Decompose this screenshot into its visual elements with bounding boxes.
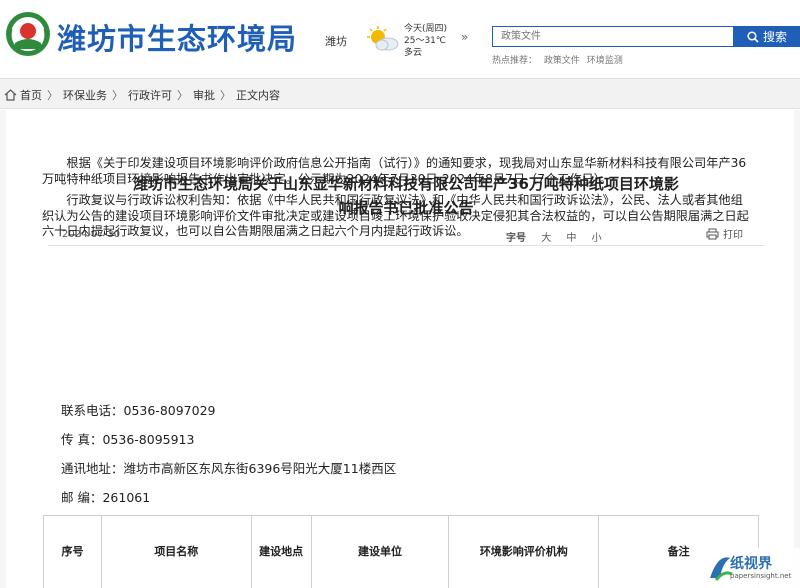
hot-label: 热点推荐：: [492, 56, 538, 66]
site-title[interactable]: 潍坊市生态环境局: [57, 16, 297, 58]
hot-item[interactable]: 政策文件: [544, 56, 580, 66]
weather-condition: 多云: [404, 48, 423, 58]
breadcrumb-bar: 首页 〉 环保业务 〉 行政许可 〉 审批 〉 正文内容: [0, 78, 800, 109]
breadcrumb-separator: 〉: [112, 89, 123, 102]
watermark-text: 纸视界: [730, 556, 772, 572]
table-header-cell: 建设地点: [250, 515, 312, 588]
site-header: 潍坊市生态环境局 潍坊 今天(周四) 25～31℃ 多云 » 搜索 热点推荐： …: [0, 0, 800, 78]
breadcrumb-separator: 〉: [220, 89, 231, 102]
contact-phone: 联系电话：0536-8097029: [61, 403, 216, 418]
partly-cloudy-icon: [367, 26, 399, 51]
weather-temp: 25～31℃: [404, 36, 447, 46]
table-header-row: 序号 项目名称 建设地点 建设单位 环境影响评价机构 备注: [43, 515, 759, 588]
project-table: 序号 项目名称 建设地点 建设单位 环境影响评价机构 备注: [43, 515, 759, 588]
breadcrumb-current: 正文内容: [236, 89, 280, 102]
search-icon: [747, 30, 759, 43]
watermark-sub: papersinsight.net: [730, 572, 792, 580]
weather-info: 今天(周四) 25～31℃ 多云: [404, 23, 447, 59]
breadcrumb-separator: 〉: [47, 89, 58, 102]
hot-recommend: 热点推荐： 政策文件 环境监测: [492, 53, 627, 66]
weather-city: 潍坊: [325, 35, 347, 48]
contact-postcode: 邮 编：261061: [61, 490, 151, 505]
breadcrumb-separator: 〉: [177, 89, 188, 102]
weather-more-link[interactable]: »: [461, 30, 468, 44]
article-body: 根据《关于印发建设项目环境影响评价政府信息公开指南（试行）》的通知要求，现我局对…: [42, 156, 752, 240]
table-header-cell: 环境影响评价机构: [448, 515, 600, 588]
breadcrumb-approval[interactable]: 审批: [193, 87, 215, 103]
weather-day: 今天(周四): [404, 24, 448, 34]
site-logo-icon[interactable]: [5, 9, 51, 59]
hot-item[interactable]: 环境监测: [587, 56, 623, 66]
search-input[interactable]: [492, 26, 734, 47]
breadcrumb-admin-license[interactable]: 行政许可: [128, 87, 172, 103]
contact-address: 通讯地址：潍坊市高新区东风东街6396号阳光大厦11楼西区: [61, 461, 397, 476]
breadcrumb: 首页 〉 环保业务 〉 行政许可 〉 审批 〉 正文内容: [4, 87, 280, 103]
article-paragraph: 根据《关于印发建设项目环境影响评价政府信息公开指南（试行）》的通知要求，现我局对…: [42, 156, 747, 186]
breadcrumb-home[interactable]: 首页: [20, 87, 42, 103]
contact-fax: 传 真：0536-8095913: [61, 432, 195, 447]
article-paragraph: 行政复议与行政诉讼权利告知：依据《中华人民共和国行政复议法》和《中华人民共和国行…: [42, 193, 749, 238]
breadcrumb-env-business[interactable]: 环保业务: [63, 87, 107, 103]
home-icon: [4, 89, 17, 101]
table-header-cell: 项目名称: [100, 515, 252, 588]
table-header-cell: 建设单位: [310, 515, 450, 588]
search-button[interactable]: 搜索: [734, 26, 800, 47]
search-button-label: 搜索: [762, 30, 787, 44]
table-header-cell: 序号: [43, 515, 102, 588]
